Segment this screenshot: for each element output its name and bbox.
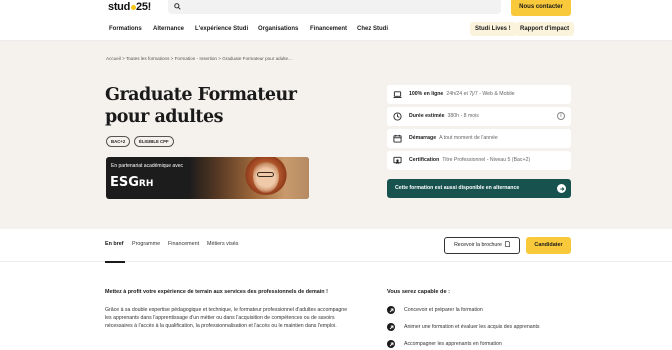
certification-label: Certification (409, 157, 440, 163)
brochure-button[interactable]: Recevoir la brochure (444, 237, 520, 254)
arrow-right-icon (557, 184, 566, 193)
alternance-label: Cette formation est aussi disponible en … (395, 185, 520, 191)
laptop-icon (393, 91, 402, 98)
breadcrumb[interactable]: Accueil > Toutes les formations > Format… (106, 56, 292, 61)
info-card-certification: Certification Titre Professionnel - Nivea… (387, 151, 571, 170)
online-value: 24h/24 et 7j/7 - Web & Mobile (446, 91, 515, 97)
active-tab-indicator (105, 261, 125, 263)
nav-item-alternance[interactable]: Alternance (153, 26, 184, 32)
brochure-label: Recevoir la brochure (454, 242, 502, 248)
rapport-impact-link[interactable]: Rapport d'impact (515, 22, 575, 36)
partner-banner: En partenariat académique avec ESGRH (106, 157, 309, 199)
skills-title: Vous serez capable de : (387, 289, 451, 295)
hero-section: Accueil > Toutes les formations > Format… (0, 41, 672, 229)
arrow-up-right-icon (387, 340, 395, 348)
arrow-up-right-icon (387, 323, 395, 331)
page-title-line2: pour adultes (105, 107, 223, 127)
section-tabs: En bref Programme Financement Métiers vi… (0, 229, 672, 263)
info-card-duration: Durée estimée 380h - 8 mois i (387, 107, 571, 126)
photo-glasses (257, 172, 274, 177)
nav-item-organisations[interactable]: Organisations (258, 26, 298, 32)
tab-metiers[interactable]: Métiers visés (207, 241, 238, 247)
apply-button[interactable]: Candidater (526, 237, 571, 254)
studi-lives-link[interactable]: Studi Lives ! (470, 22, 516, 36)
skill-text: Animer une formation et évaluer les acqu… (404, 324, 540, 330)
alternance-card[interactable]: Cette formation est aussi disponible en … (387, 179, 571, 198)
tab-financement[interactable]: Financement (168, 241, 199, 247)
esg-logo-text: ESG (110, 175, 139, 190)
info-card-online: 100% en ligne 24h/24 et 7j/7 - Web & Mobi… (387, 85, 571, 104)
esg-logo-suffix: RH (138, 179, 154, 189)
document-icon (505, 241, 510, 247)
main-nav: Formations Alternance L'expérience Studi… (0, 17, 672, 41)
info-card-start: Démarrage A tout moment de l'année (387, 129, 571, 148)
logo-text: stud (108, 1, 131, 13)
arrow-up-right-icon (387, 306, 395, 314)
search-icon (174, 3, 181, 10)
logo-dot (130, 5, 136, 10)
studi-logo[interactable]: stud 25! (108, 1, 151, 13)
info-card-label: Durée estimée 380h - 8 mois (409, 113, 479, 119)
start-value: A tout moment de l'année (439, 135, 498, 141)
online-label: 100% en ligne (409, 91, 444, 97)
skill-text: Accompagner les apprenants en formation (404, 341, 502, 347)
tab-programme[interactable]: Programme (132, 241, 160, 247)
nav-item-experience[interactable]: L'expérience Studi (195, 26, 248, 32)
search-input[interactable] (168, 0, 501, 14)
clock-icon (393, 112, 402, 121)
duration-label: Durée estimée (409, 113, 445, 119)
nav-item-chez-studi[interactable]: Chez Studi (357, 26, 388, 32)
calendar-icon (393, 134, 402, 143)
info-card-label: Démarrage A tout moment de l'année (409, 135, 498, 141)
intro-lead: Mettez à profit votre expérience de terr… (105, 289, 328, 295)
badge-cpf: ÉLIGIBLE CPF (134, 136, 174, 147)
start-label: Démarrage (409, 135, 437, 141)
top-bar: stud 25! Nous contacter (0, 0, 672, 17)
intro-paragraph: Grâce à sa double expertise pédagogique … (105, 307, 348, 330)
page-title-line1: Graduate Formateur (105, 85, 297, 105)
page-title: Graduate Formateur pour adultes (105, 84, 297, 128)
certificate-icon (393, 156, 402, 165)
certification-value: Titre Professionnel - Niveau 5 (Bac+2) (442, 157, 531, 163)
nav-item-formations[interactable]: Formations (109, 26, 142, 32)
logo-suffix: 25! (136, 1, 152, 13)
skill-text: Concevoir et préparer la formation (404, 307, 483, 313)
badge-bac2: BAC+2 (106, 136, 131, 147)
info-card-label: 100% en ligne 24h/24 et 7j/7 - Web & Mobi… (409, 91, 515, 97)
tab-en-bref[interactable]: En bref (105, 241, 124, 247)
partner-label: En partenariat académique avec (111, 163, 183, 169)
info-card-label: Certification Titre Professionnel - Nivea… (409, 157, 530, 163)
contact-button[interactable]: Nous contacter (511, 0, 571, 16)
duration-value: 380h - 8 mois (447, 113, 479, 119)
nav-item-financement[interactable]: Financement (310, 26, 347, 32)
info-icon[interactable]: i (557, 112, 565, 120)
esg-rh-logo: ESGRH (110, 175, 153, 190)
